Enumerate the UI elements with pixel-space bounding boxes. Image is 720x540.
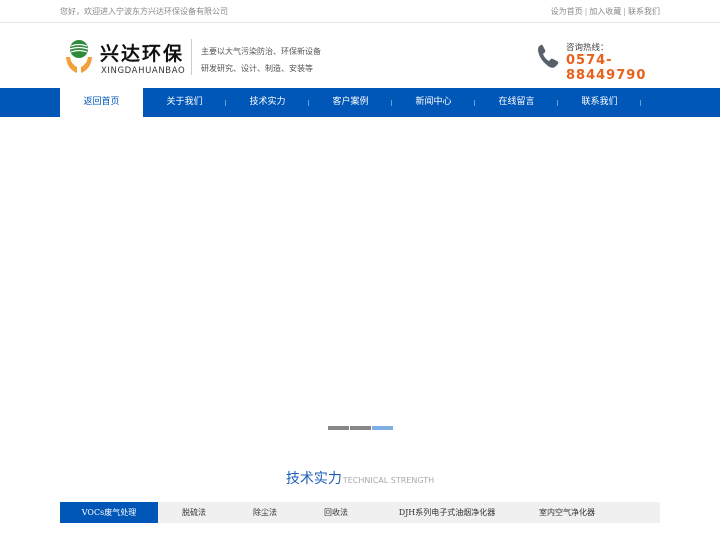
- set-homepage-link[interactable]: 设为首页: [551, 7, 583, 16]
- tab-desulfurization[interactable]: 脱硫法: [158, 502, 230, 523]
- slider-dot-active[interactable]: [372, 426, 393, 430]
- slogan: 主要以大气污染防治、环保新设备 研发研究、设计、制造、安装等: [201, 43, 321, 77]
- tab-indoor-air-purifier[interactable]: 室内空气净化器: [522, 502, 612, 523]
- slogan-line-1: 主要以大气污染防治、环保新设备: [201, 47, 321, 56]
- section-title-en: TECHNICAL STRENGTH: [342, 476, 435, 485]
- slider-dot[interactable]: [350, 426, 371, 430]
- hotline: 咨询热线： 0574-88449790: [536, 41, 666, 83]
- header: 兴达环保 XINGDAHUANBAO 主要以大气污染防治、环保新设备 研发研究、…: [0, 23, 720, 88]
- nav-item-label: 联系我们: [581, 97, 618, 107]
- logo-mark-icon: [66, 40, 92, 73]
- slider-dot[interactable]: [328, 426, 349, 430]
- nav-item-label: 技术实力: [249, 97, 286, 107]
- hotline-label: 咨询热线：: [566, 43, 609, 53]
- phone-icon: [538, 44, 559, 68]
- nav-item-label: 客户案例: [332, 97, 369, 107]
- section-title: 技术实力TECHNICAL STRENGTH: [0, 468, 720, 488]
- top-links: 设为首页 | 加入收藏 | 联系我们: [551, 6, 660, 17]
- hotline-number: 0574-88449790: [566, 53, 647, 83]
- logo[interactable]: 兴达环保 XINGDAHUANBAO: [64, 39, 186, 85]
- nav-item-contact[interactable]: 联系我们: [558, 88, 641, 117]
- tab-vocs[interactable]: VOCs废气处理: [60, 502, 158, 523]
- nav-item-cases[interactable]: 客户案例: [309, 88, 392, 117]
- top-bar: 您好，欢迎进入宁波东方兴达环保设备有限公司 设为首页 | 加入收藏 | 联系我们: [0, 0, 720, 23]
- nav-item-message[interactable]: 在线留言: [475, 88, 558, 117]
- nav-item-news[interactable]: 新闻中心: [392, 88, 475, 117]
- nav-item-home[interactable]: 返回首页: [60, 88, 143, 117]
- nav-divider: [640, 100, 641, 106]
- tab-djh-purifier[interactable]: DJH系列电子式油烟净化器: [372, 502, 522, 523]
- banner-slider[interactable]: [0, 117, 720, 437]
- logo-name-en: XINGDAHUANBAO: [101, 66, 186, 76]
- slider-dots: [328, 426, 393, 430]
- section-title-cn: 技术实力: [285, 471, 342, 487]
- add-favorite-link[interactable]: 加入收藏: [589, 7, 621, 16]
- logo-name-cn: 兴达环保: [100, 43, 185, 65]
- nav-item-label: 新闻中心: [415, 97, 452, 107]
- nav-item-about[interactable]: 关于我们: [143, 88, 226, 117]
- welcome-text: 您好，欢迎进入宁波东方兴达环保设备有限公司: [60, 7, 228, 16]
- contact-us-link[interactable]: 联系我们: [628, 7, 660, 16]
- category-tabs: VOCs废气处理 脱硫法 除尘法 回收法 DJH系列电子式油烟净化器 室内空气净…: [60, 502, 660, 523]
- divider: [191, 39, 192, 75]
- slogan-line-2: 研发研究、设计、制造、安装等: [201, 64, 313, 73]
- separator: |: [623, 7, 626, 16]
- tab-recovery[interactable]: 回收法: [300, 502, 372, 523]
- nav-item-technology[interactable]: 技术实力: [226, 88, 309, 117]
- nav-item-label: 关于我们: [166, 97, 203, 107]
- main-nav: 返回首页 关于我们 技术实力 客户案例 新闻中心 在线留言 联系我们: [0, 88, 720, 117]
- tab-dust-removal[interactable]: 除尘法: [230, 502, 300, 523]
- separator: |: [584, 7, 588, 16]
- nav-item-label: 在线留言: [498, 97, 535, 107]
